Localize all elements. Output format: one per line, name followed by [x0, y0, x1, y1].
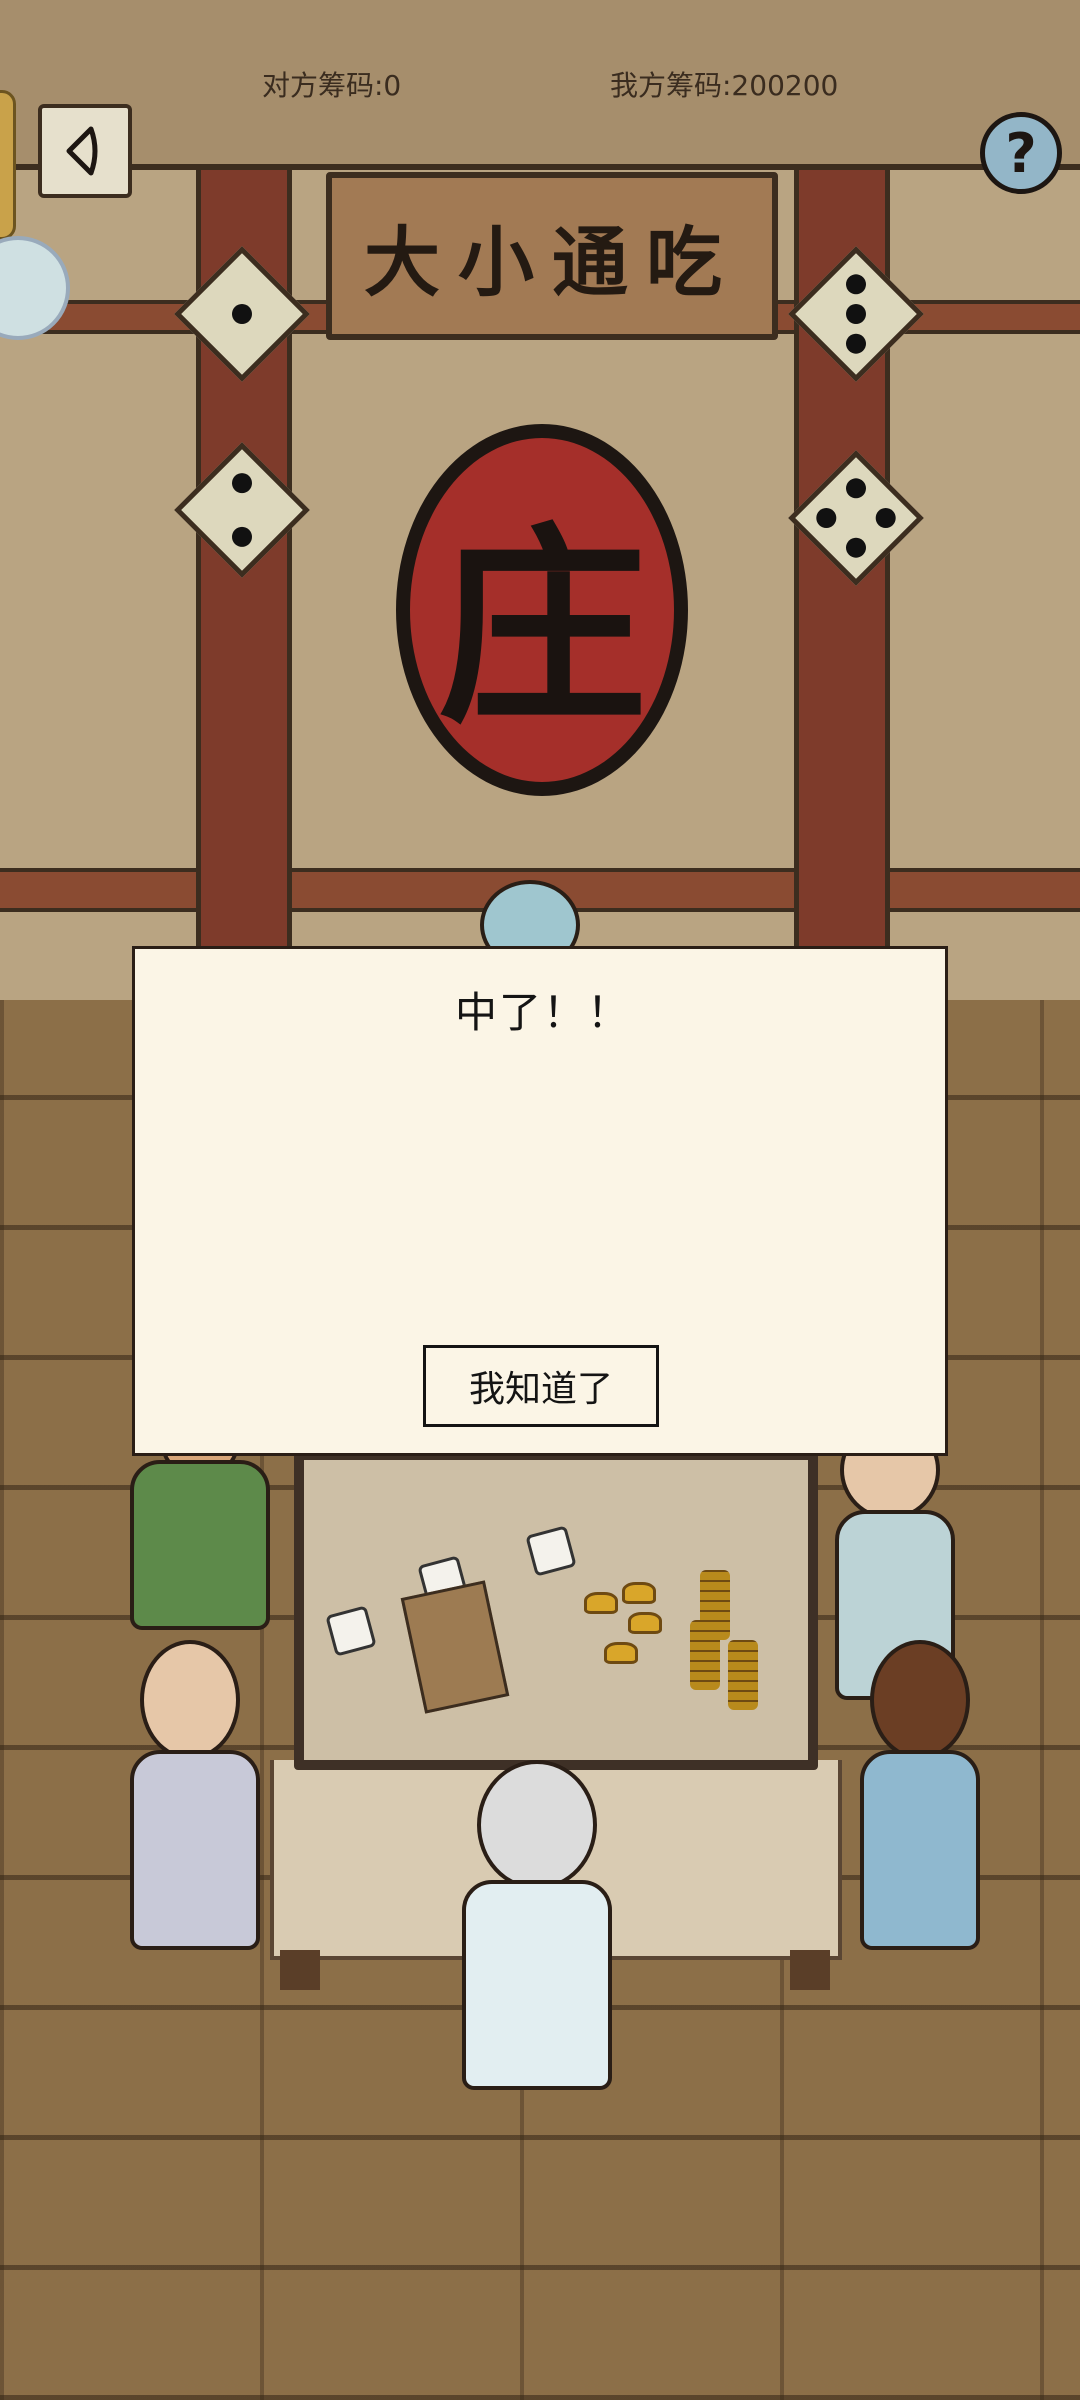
result-dialog: 中了！！ 我知道了	[132, 946, 948, 1456]
dialog-overlay: 中了！！ 我知道了	[0, 0, 1080, 2400]
confirm-button[interactable]: 我知道了	[423, 1345, 659, 1427]
dialog-title: 中了！！	[454, 988, 631, 1037]
